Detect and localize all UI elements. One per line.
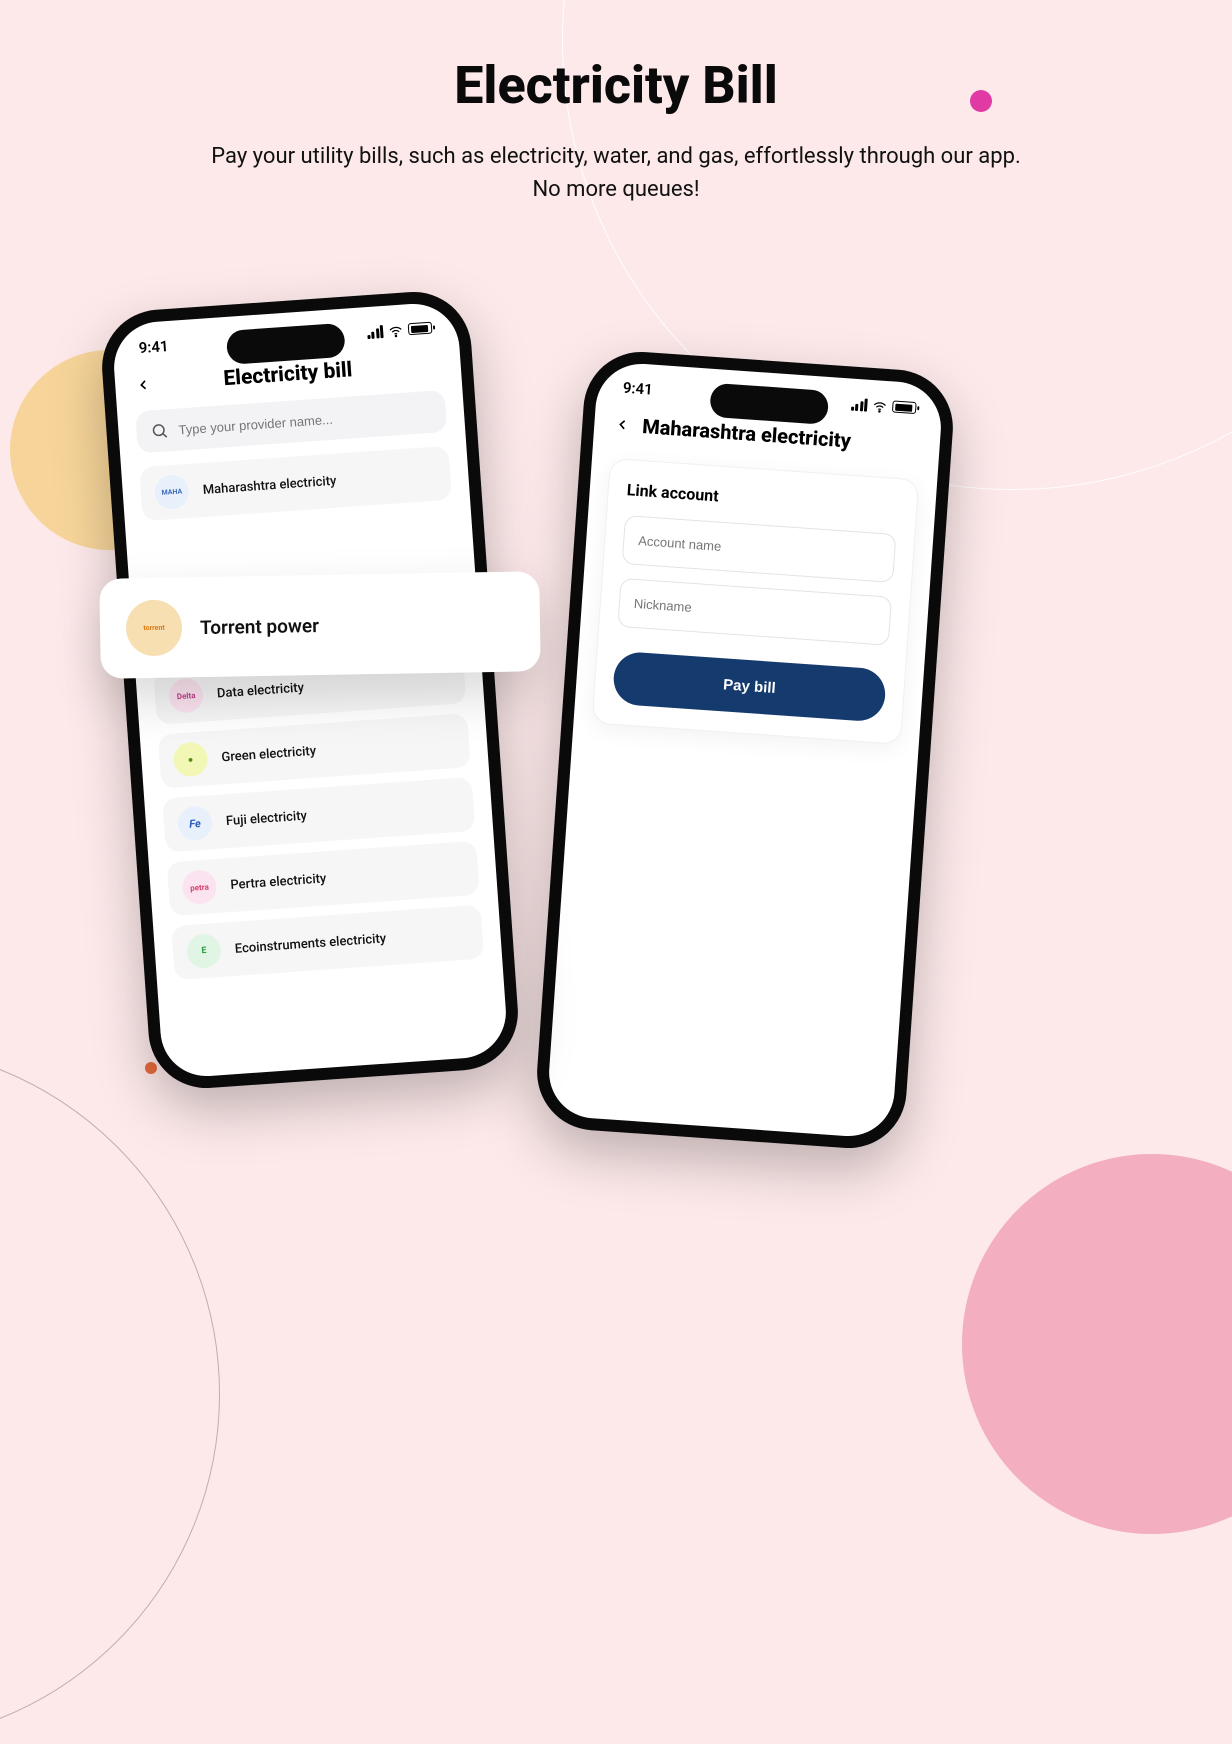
pay-bill-button[interactable]: Pay bill xyxy=(612,651,887,723)
wifi-icon xyxy=(872,399,888,412)
provider-item-highlighted[interactable]: torrent Torrent power xyxy=(99,571,541,679)
provider-logo: Delta xyxy=(168,678,204,714)
status-time: 9:41 xyxy=(138,337,169,357)
decorative-dot-red xyxy=(145,1062,157,1074)
phone-mockup-list: 9:41 Electricity bill MAHAMaharashtra el… xyxy=(98,288,522,1092)
provider-logo: petra xyxy=(181,869,217,905)
provider-item[interactable]: E Ecoinstruments electricity xyxy=(171,905,484,980)
provider-item[interactable]: petra Pertra electricity xyxy=(167,841,480,916)
provider-name: Ecoinstruments electricity xyxy=(234,931,386,957)
provider-item[interactable]: Fe Fuji electricity xyxy=(162,777,475,852)
provider-name: Data electricity xyxy=(216,680,304,701)
provider-name: Maharashtra electricity xyxy=(202,473,337,497)
signal-icon xyxy=(850,397,867,411)
wifi-icon xyxy=(388,324,404,337)
status-time: 9:41 xyxy=(622,379,653,399)
provider-logo: ● xyxy=(172,741,208,777)
battery-icon xyxy=(892,400,917,414)
provider-logo: Fe xyxy=(177,805,213,841)
hero-title: Electricity Bill xyxy=(0,55,1232,116)
phone-mockup-detail: 9:41 Maharashtra electricity Link accoun… xyxy=(533,348,957,1152)
link-account-card: Link account Pay bill xyxy=(591,458,919,745)
nickname-input[interactable] xyxy=(617,578,892,646)
battery-icon xyxy=(408,322,433,336)
provider-list: MAHAMaharashtra electricityTATATata powe… xyxy=(121,445,509,1080)
provider-item[interactable]: MAHA Maharashtra electricity xyxy=(139,446,452,521)
decorative-circle-pink xyxy=(962,1154,1232,1534)
signal-icon xyxy=(366,325,383,339)
search-input[interactable] xyxy=(178,404,432,437)
provider-name: Fuji electricity xyxy=(225,808,307,829)
provider-logo: MAHA xyxy=(154,474,190,510)
provider-name: Torrent power xyxy=(200,614,319,639)
provider-name: Green electricity xyxy=(221,743,317,765)
provider-logo: E xyxy=(186,933,222,969)
provider-item[interactable]: ● Green electricity xyxy=(158,713,471,788)
hero-subtitle: Pay your utility bills, such as electric… xyxy=(0,140,1232,206)
back-icon[interactable] xyxy=(612,414,633,435)
search-icon xyxy=(150,421,169,440)
provider-logo-torrent: torrent xyxy=(126,599,183,656)
decorative-arc-bottom-left xyxy=(0,1044,220,1744)
link-account-title: Link account xyxy=(626,480,899,518)
provider-name: Pertra electricity xyxy=(230,871,327,893)
account-name-input[interactable] xyxy=(622,515,897,583)
